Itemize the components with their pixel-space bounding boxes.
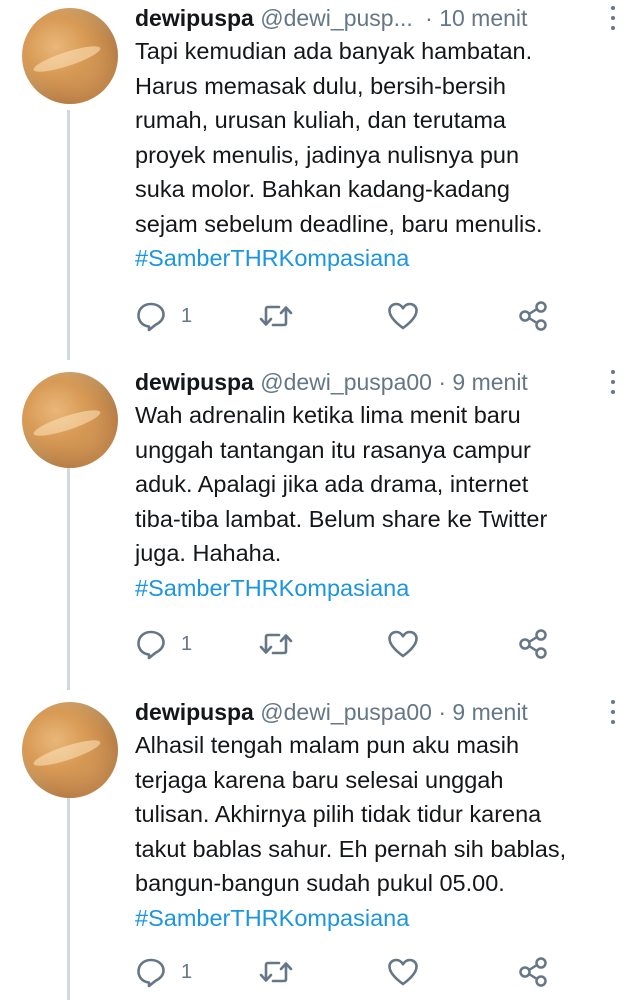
reply-count: 1 <box>181 632 193 655</box>
tweet[interactable]: dewipuspa @dewi_puspa00 · 9 menit Wah ad… <box>0 364 644 694</box>
reply-count: 1 <box>181 960 193 983</box>
share-icon <box>519 301 547 331</box>
retweet-icon <box>259 633 293 655</box>
tweet-line: rumah, urusan kuliah, dan terutama <box>135 107 506 133</box>
tweet-line: aduk. Apalagi jika ada drama, internet <box>135 471 529 497</box>
share-button[interactable] <box>517 952 549 992</box>
avatar[interactable] <box>22 702 118 798</box>
more-icon[interactable] <box>610 370 616 394</box>
share-button[interactable] <box>517 624 549 664</box>
retweet-icon <box>259 961 293 983</box>
tweet[interactable]: dewipuspa @dewi_pusp... · 10 menit Tapi … <box>0 0 644 350</box>
heart-icon <box>388 958 418 986</box>
retweet-button[interactable] <box>258 624 294 664</box>
tweet-line: terjaga karena baru selesai unggah <box>135 766 504 793</box>
reply-icon <box>137 302 165 332</box>
tweet-line: takut bablas sahur. Eh pernah sih bablas… <box>135 835 567 862</box>
tweet-line: proyek menulis, jadinya nulisnya pun <box>135 141 520 168</box>
like-button[interactable] <box>387 296 419 336</box>
reply-button[interactable]: 1 <box>135 624 192 664</box>
tweet-line: tiba-tiba lambat. Belum share ke Twitter <box>135 505 548 532</box>
more-icon[interactable] <box>610 6 616 30</box>
tweet-line: sejam sebelum deadline, baru menulis. <box>135 210 543 237</box>
like-button[interactable] <box>387 624 419 664</box>
tweet-header: dewipuspa @dewi_puspa00 · 9 menit <box>135 364 635 400</box>
share-icon <box>519 957 547 987</box>
tweet-line: Alhasil tengah malam pun aku masih <box>135 732 520 758</box>
reply-button[interactable]: 1 <box>135 296 192 336</box>
share-button[interactable] <box>517 296 549 336</box>
tweet[interactable]: dewipuspa @dewi_puspa00 · 9 menit Alhasi… <box>0 694 644 1000</box>
user-handle[interactable]: @dewi_puspa00 <box>260 369 432 395</box>
avatar[interactable] <box>22 8 118 104</box>
tweet-line: juga. Hahaha. <box>135 540 282 566</box>
tweet-line: suka molor. Bahkan kadang-kadang <box>135 176 510 202</box>
retweet-icon <box>259 305 293 327</box>
display-name[interactable]: dewipuspa <box>135 369 254 395</box>
hashtag-link[interactable]: #SamberTHRKompasiana <box>135 241 615 276</box>
more-icon[interactable] <box>610 700 616 724</box>
user-handle[interactable]: @dewi_puspa00 <box>260 699 432 725</box>
heart-icon <box>388 630 418 658</box>
tweet-line: Harus memasak dulu, bersih-bersih <box>135 72 506 99</box>
tweet-line: bangun-bangun sudah pukul 05.00. <box>135 870 505 896</box>
reply-button[interactable]: 1 <box>135 952 192 992</box>
display-name[interactable]: dewipuspa <box>135 5 254 31</box>
heart-icon <box>388 302 418 330</box>
timestamp[interactable]: · 10 menit <box>425 5 527 31</box>
tweet-header: dewipuspa @dewi_puspa00 · 9 menit <box>135 694 635 730</box>
hashtag-link[interactable]: #SamberTHRKompasiana <box>135 571 615 606</box>
reply-icon <box>137 630 165 660</box>
display-name[interactable]: dewipuspa <box>135 699 254 725</box>
retweet-button[interactable] <box>258 296 294 336</box>
tweet-text: Alhasil tengah malam pun aku masih terja… <box>135 728 615 935</box>
tweet-line: tulisan. Akhirnya pilih tidak tidur kare… <box>135 801 542 827</box>
tweet-line: Wah adrenalin ketika lima menit baru <box>135 402 521 428</box>
reply-icon <box>137 958 165 988</box>
avatar[interactable] <box>22 372 118 468</box>
timestamp[interactable]: · 9 menit <box>438 369 527 395</box>
tweet-actions: 1 <box>135 952 555 992</box>
user-handle[interactable]: @dewi_pusp... <box>260 5 413 31</box>
tweet-actions: 1 <box>135 296 555 336</box>
like-button[interactable] <box>387 952 419 992</box>
reply-count: 1 <box>181 304 193 327</box>
tweet-line: Tapi kemudian ada banyak hambatan. <box>135 38 533 64</box>
hashtag-link[interactable]: #SamberTHRKompasiana <box>135 901 615 936</box>
share-icon <box>519 629 547 659</box>
tweet-actions: 1 <box>135 624 555 664</box>
timestamp[interactable]: · 9 menit <box>438 699 527 725</box>
retweet-button[interactable] <box>258 952 294 992</box>
tweet-text: Wah adrenalin ketika lima menit baru ung… <box>135 398 615 605</box>
tweet-header: dewipuspa @dewi_pusp... · 10 menit <box>135 0 635 36</box>
tweet-line: unggah tantangan itu rasanya campur <box>135 436 531 463</box>
tweet-text: Tapi kemudian ada banyak hambatan. Harus… <box>135 34 615 276</box>
